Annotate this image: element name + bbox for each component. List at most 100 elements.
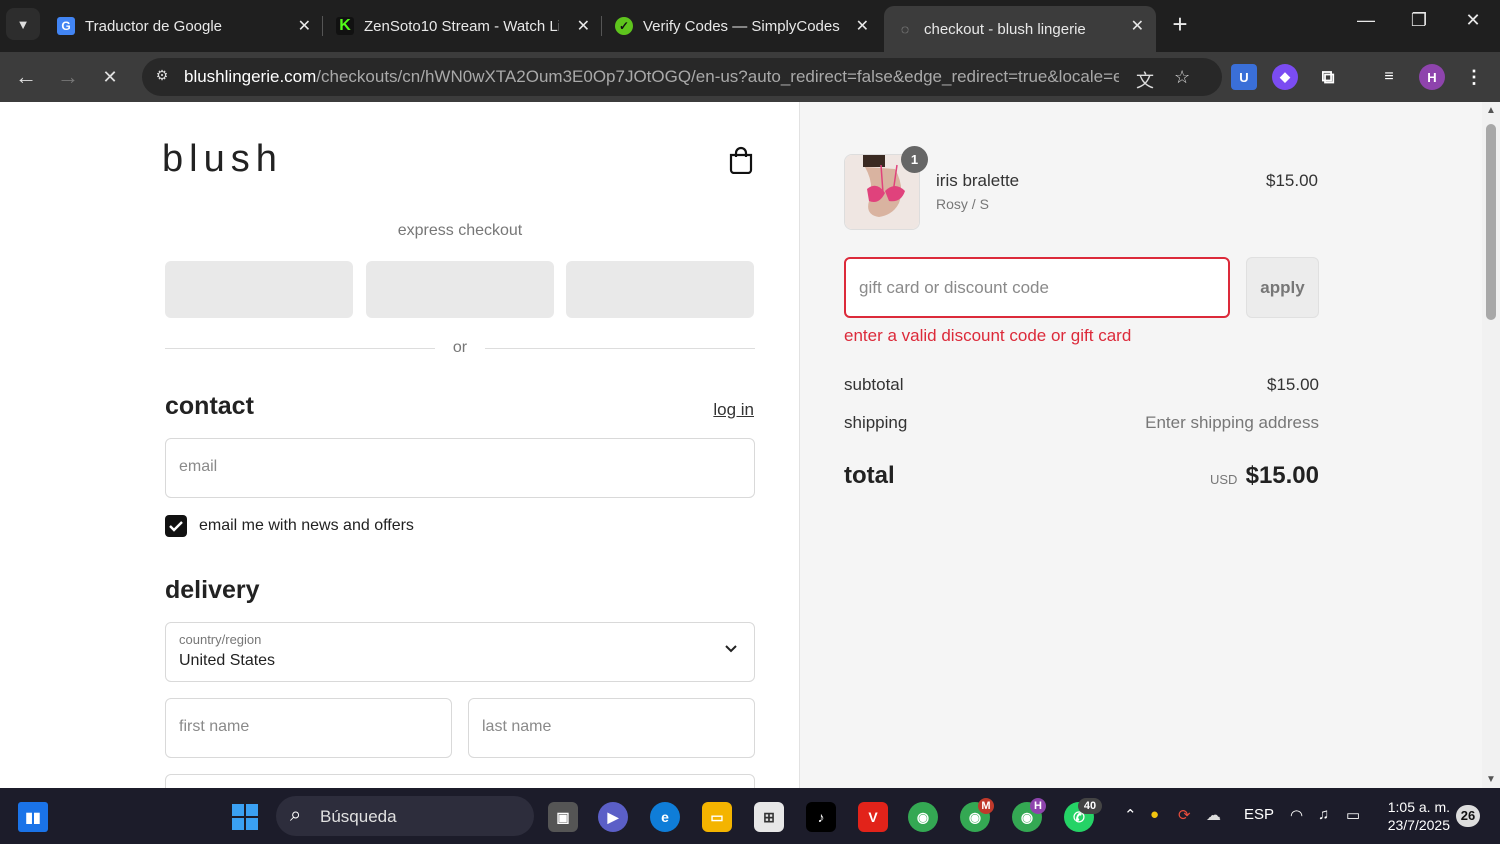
newsletter-label[interactable]: email me with news and offers [199,517,414,535]
profile-avatar[interactable]: H [1419,64,1445,90]
system-clock[interactable]: 1:05 a. m. 23/7/2025 [1380,798,1450,834]
tab-search-button[interactable]: ▼ [6,8,40,40]
tiktok-icon[interactable]: ♪ [806,802,836,832]
taskbar-search[interactable]: ⌕ Búsqueda [276,796,534,836]
tab-simplycodes[interactable]: ✓ Verify Codes — SimplyCodes ✕ [603,6,881,46]
email-placeholder: email [179,458,218,475]
address-bar[interactable]: ⚙ blushlingerie.com/checkouts/cn/hWN0wXT… [142,58,1222,96]
whatsapp-badge: 40 [1078,798,1102,814]
loading-icon: ◌ [900,21,910,37]
language-indicator[interactable]: ESP [1244,806,1274,823]
last-name-field[interactable]: last name [468,698,755,758]
first-name-placeholder: first name [179,718,250,735]
tab-title: Verify Codes — SimplyCodes [643,17,840,35]
vivaldi-icon[interactable]: V [858,802,888,832]
back-button[interactable]: ← [12,63,40,91]
close-window-button[interactable]: ✕ [1458,10,1488,31]
tab-title: Traductor de Google [85,17,223,35]
shopping-bag-icon[interactable] [728,146,754,174]
scroll-up-icon[interactable]: ▲ [1486,105,1496,116]
google-translate-icon: G [57,17,75,35]
edge-icon[interactable]: e [650,802,680,832]
chrome-profile-h-badge: H [1030,798,1046,814]
forward-button[interactable]: → [54,63,82,91]
country-select[interactable]: country/region United States [165,622,755,682]
express-pay-button-1[interactable] [165,261,353,318]
product-variant: Rosy / S [936,196,989,212]
tab-zensoto-stream[interactable]: K ZenSoto10 Stream - Watch Live ✕ [324,6,602,46]
search-icon: ⌕ [290,804,302,826]
or-label: or [452,339,468,356]
widgets-icon[interactable]: ▮▮ [18,802,48,832]
chrome-icon[interactable]: ◉ [908,802,938,832]
login-link[interactable]: log in [650,400,754,420]
media-controls-icon[interactable]: ≡ [1376,64,1402,90]
contact-heading: contact [165,392,254,420]
total-label: total [844,462,895,489]
shipping-value: Enter shipping address [1145,413,1319,432]
shipping-label: shipping [844,413,908,432]
scrollbar-thumb[interactable] [1486,124,1496,320]
express-pay-button-2[interactable] [366,261,554,318]
tab-google-translate[interactable]: G Traductor de Google ✕ [45,6,323,46]
sync-icon[interactable]: ⟳ [1178,806,1191,824]
minimize-button[interactable]: — [1351,10,1381,31]
tab-title: ZenSoto10 Stream - Watch Live [364,17,559,35]
discount-placeholder: gift card or discount code [859,278,1049,297]
menu-kebab-icon[interactable]: ⋮ [1461,64,1487,90]
teams-icon[interactable]: ▶ [598,802,628,832]
close-icon[interactable]: ✕ [856,16,869,36]
chevron-down-icon: ▼ [16,16,30,32]
discount-code-input[interactable]: gift card or discount code [844,257,1230,318]
notification-count[interactable]: 26 [1456,805,1480,827]
file-explorer-icon[interactable]: ▭ [702,802,732,832]
volume-icon[interactable]: ♫ [1318,806,1329,823]
close-icon[interactable]: ✕ [298,16,311,36]
store-logo[interactable]: blush [162,138,283,181]
subtotal-value: $15.00 [1267,375,1319,394]
country-value: United States [179,652,276,669]
stop-loading-button[interactable]: ✕ [96,63,124,91]
tab-title: checkout - blush lingerie [924,20,1086,38]
apply-discount-button[interactable]: apply [1246,257,1319,318]
last-name-placeholder: last name [482,718,552,735]
simplycodes-icon: ✓ [615,17,633,35]
wifi-icon[interactable]: ◠ [1290,806,1303,824]
task-view-icon[interactable]: ▣ [548,802,578,832]
chevron-up-icon[interactable]: ⌃ [1124,806,1137,824]
first-name-field[interactable]: first name [165,698,452,758]
tray-app-icon[interactable]: ● [1150,806,1159,823]
newsletter-checkbox[interactable] [165,515,187,537]
discount-error-message: enter a valid discount code or gift card [844,326,1132,345]
url-text[interactable]: blushlingerie.com/checkouts/cn/hWN0wXTA2… [184,67,1119,87]
restore-button[interactable]: ❐ [1404,10,1434,31]
bookmark-star-icon[interactable]: ☆ [1174,67,1190,88]
address-field[interactable] [165,774,755,788]
url-path: /checkouts/cn/hWN0wXTA2Oum3E0Op7JOtOGQ/e… [316,67,1119,86]
page-scrollbar[interactable]: ▲ ▼ [1482,102,1500,788]
close-icon[interactable]: ✕ [577,16,590,36]
tab-checkout-blush[interactable]: ◌ checkout - blush lingerie ✕ [884,6,1156,52]
windows-start-icon[interactable] [230,802,260,832]
onedrive-icon[interactable]: ☁ [1206,806,1221,824]
translate-icon[interactable]: 文 [1136,67,1154,93]
email-field[interactable]: email [165,438,755,498]
total-value: $15.00 [1245,462,1319,489]
battery-icon[interactable]: ▭ [1346,806,1360,824]
checkmark-icon [169,521,183,532]
windows-taskbar: ▮▮ ⌕ Búsqueda ▣ ▶ e ▭ ⊞ ♪ V ◉ ◉ M ◉ H ✆ … [0,788,1500,844]
total-currency: USD [1210,472,1238,487]
site-info-icon[interactable]: ⚙ [152,67,172,87]
new-tab-button[interactable]: + [1166,10,1194,38]
express-pay-button-3[interactable] [566,261,754,318]
close-icon[interactable]: ✕ [1131,16,1144,36]
clock-time: 1:05 a. m. [1387,799,1450,815]
quantity-badge: 1 [901,146,928,173]
extensions-puzzle-icon[interactable]: ⧉ [1315,64,1341,90]
extension-icon[interactable]: ◆ [1272,64,1298,90]
chevron-down-icon [725,645,737,653]
microsoft-store-icon[interactable]: ⊞ [754,802,784,832]
ublock-shield-icon[interactable]: U [1231,64,1257,90]
scroll-down-icon[interactable]: ▼ [1486,774,1496,785]
profile-initial: H [1427,69,1437,85]
